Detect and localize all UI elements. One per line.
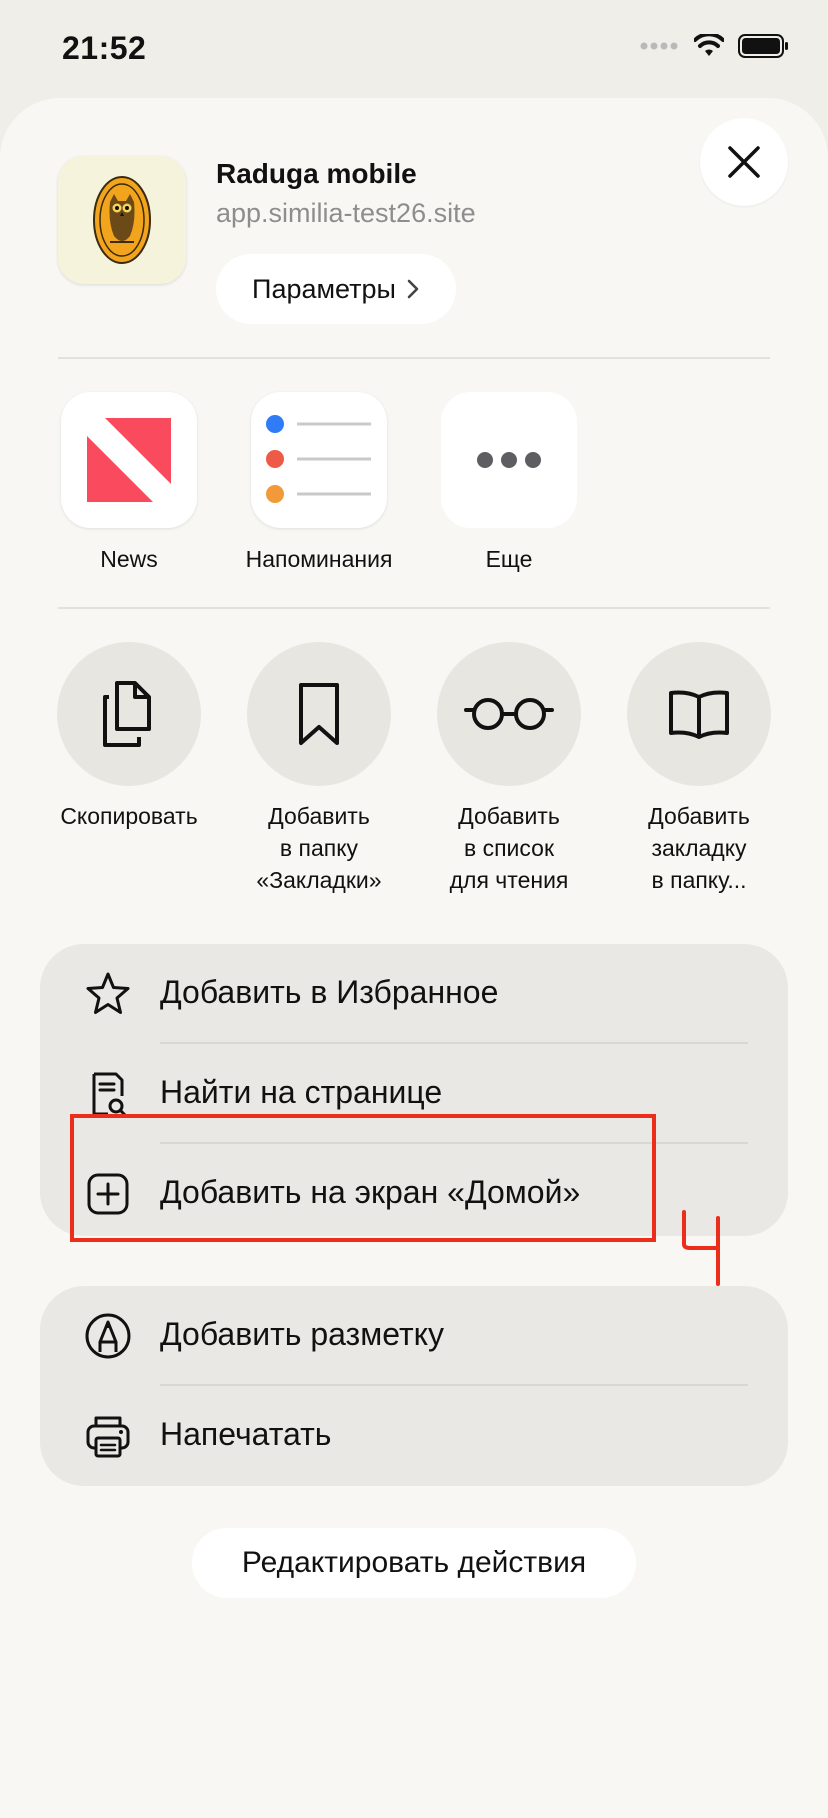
menu-item-label: Добавить в Избранное <box>160 974 499 1010</box>
status-time: 21:52 <box>62 30 147 66</box>
share-app-news[interactable]: News <box>34 392 224 573</box>
action-label: Скопировать <box>60 803 198 829</box>
site-url: app.similia-test26.site <box>216 198 476 228</box>
action-copy[interactable]: Скопировать <box>34 642 224 832</box>
site-title: Raduga mobile <box>216 158 417 189</box>
action-bookmark-folder[interactable]: Добавить закладку в папку... <box>604 642 794 896</box>
chevron-right-icon <box>407 279 419 299</box>
status-bar: 21:52 <box>0 0 828 100</box>
share-app-label: Еще <box>485 546 533 572</box>
book-icon <box>627 642 771 786</box>
action-label: Добавить в папку «Закладки» <box>256 803 382 893</box>
action-label: Добавить в список для чтения <box>449 803 569 893</box>
menu-item-markup[interactable]: Добавить разметку <box>40 1286 788 1386</box>
divider <box>58 357 770 359</box>
action-reading-list[interactable]: Добавить в список для чтения <box>414 642 604 896</box>
battery-icon <box>738 34 788 58</box>
annotation-number: 4 <box>678 1208 728 1291</box>
menu-group-secondary: Добавить разметку Напечатать <box>40 1286 788 1486</box>
copy-icon <box>57 642 201 786</box>
owl-logo-icon <box>93 176 151 264</box>
edit-actions-button[interactable]: Редактировать действия <box>192 1528 636 1598</box>
menu-item-label: Добавить разметку <box>160 1316 444 1352</box>
find-page-icon <box>92 1072 128 1118</box>
signal-icon <box>640 42 678 50</box>
divider <box>58 607 770 609</box>
glasses-icon <box>437 642 581 786</box>
wifi-icon <box>694 34 724 56</box>
printer-icon <box>86 1416 130 1458</box>
action-add-bookmarks[interactable]: Добавить в папку «Закладки» <box>224 642 414 896</box>
status-icons <box>640 34 790 58</box>
highlight-box <box>70 1114 656 1242</box>
menu-item-add-favorites[interactable]: Добавить в Избранное <box>40 944 788 1044</box>
site-icon <box>58 156 186 284</box>
share-app-label: Напоминания <box>245 546 393 572</box>
share-app-more[interactable]: Еще <box>414 392 604 573</box>
more-icon <box>441 392 577 528</box>
news-icon <box>61 392 197 528</box>
markup-icon <box>85 1313 131 1359</box>
share-app-reminders[interactable]: Напоминания <box>224 392 414 573</box>
close-icon <box>728 146 760 178</box>
menu-item-label: Напечатать <box>160 1416 332 1452</box>
menu-item-label: Найти на странице <box>160 1074 443 1110</box>
share-app-label: News <box>100 546 158 572</box>
reminders-icon <box>251 392 387 528</box>
bookmark-icon <box>247 642 391 786</box>
star-icon <box>86 972 130 1014</box>
parameters-label: Параметры <box>252 273 396 304</box>
parameters-button[interactable]: Параметры <box>216 254 456 324</box>
menu-item-print[interactable]: Напечатать <box>40 1386 788 1486</box>
close-button[interactable] <box>700 118 788 206</box>
action-label: Добавить закладку в папку... <box>648 803 750 893</box>
